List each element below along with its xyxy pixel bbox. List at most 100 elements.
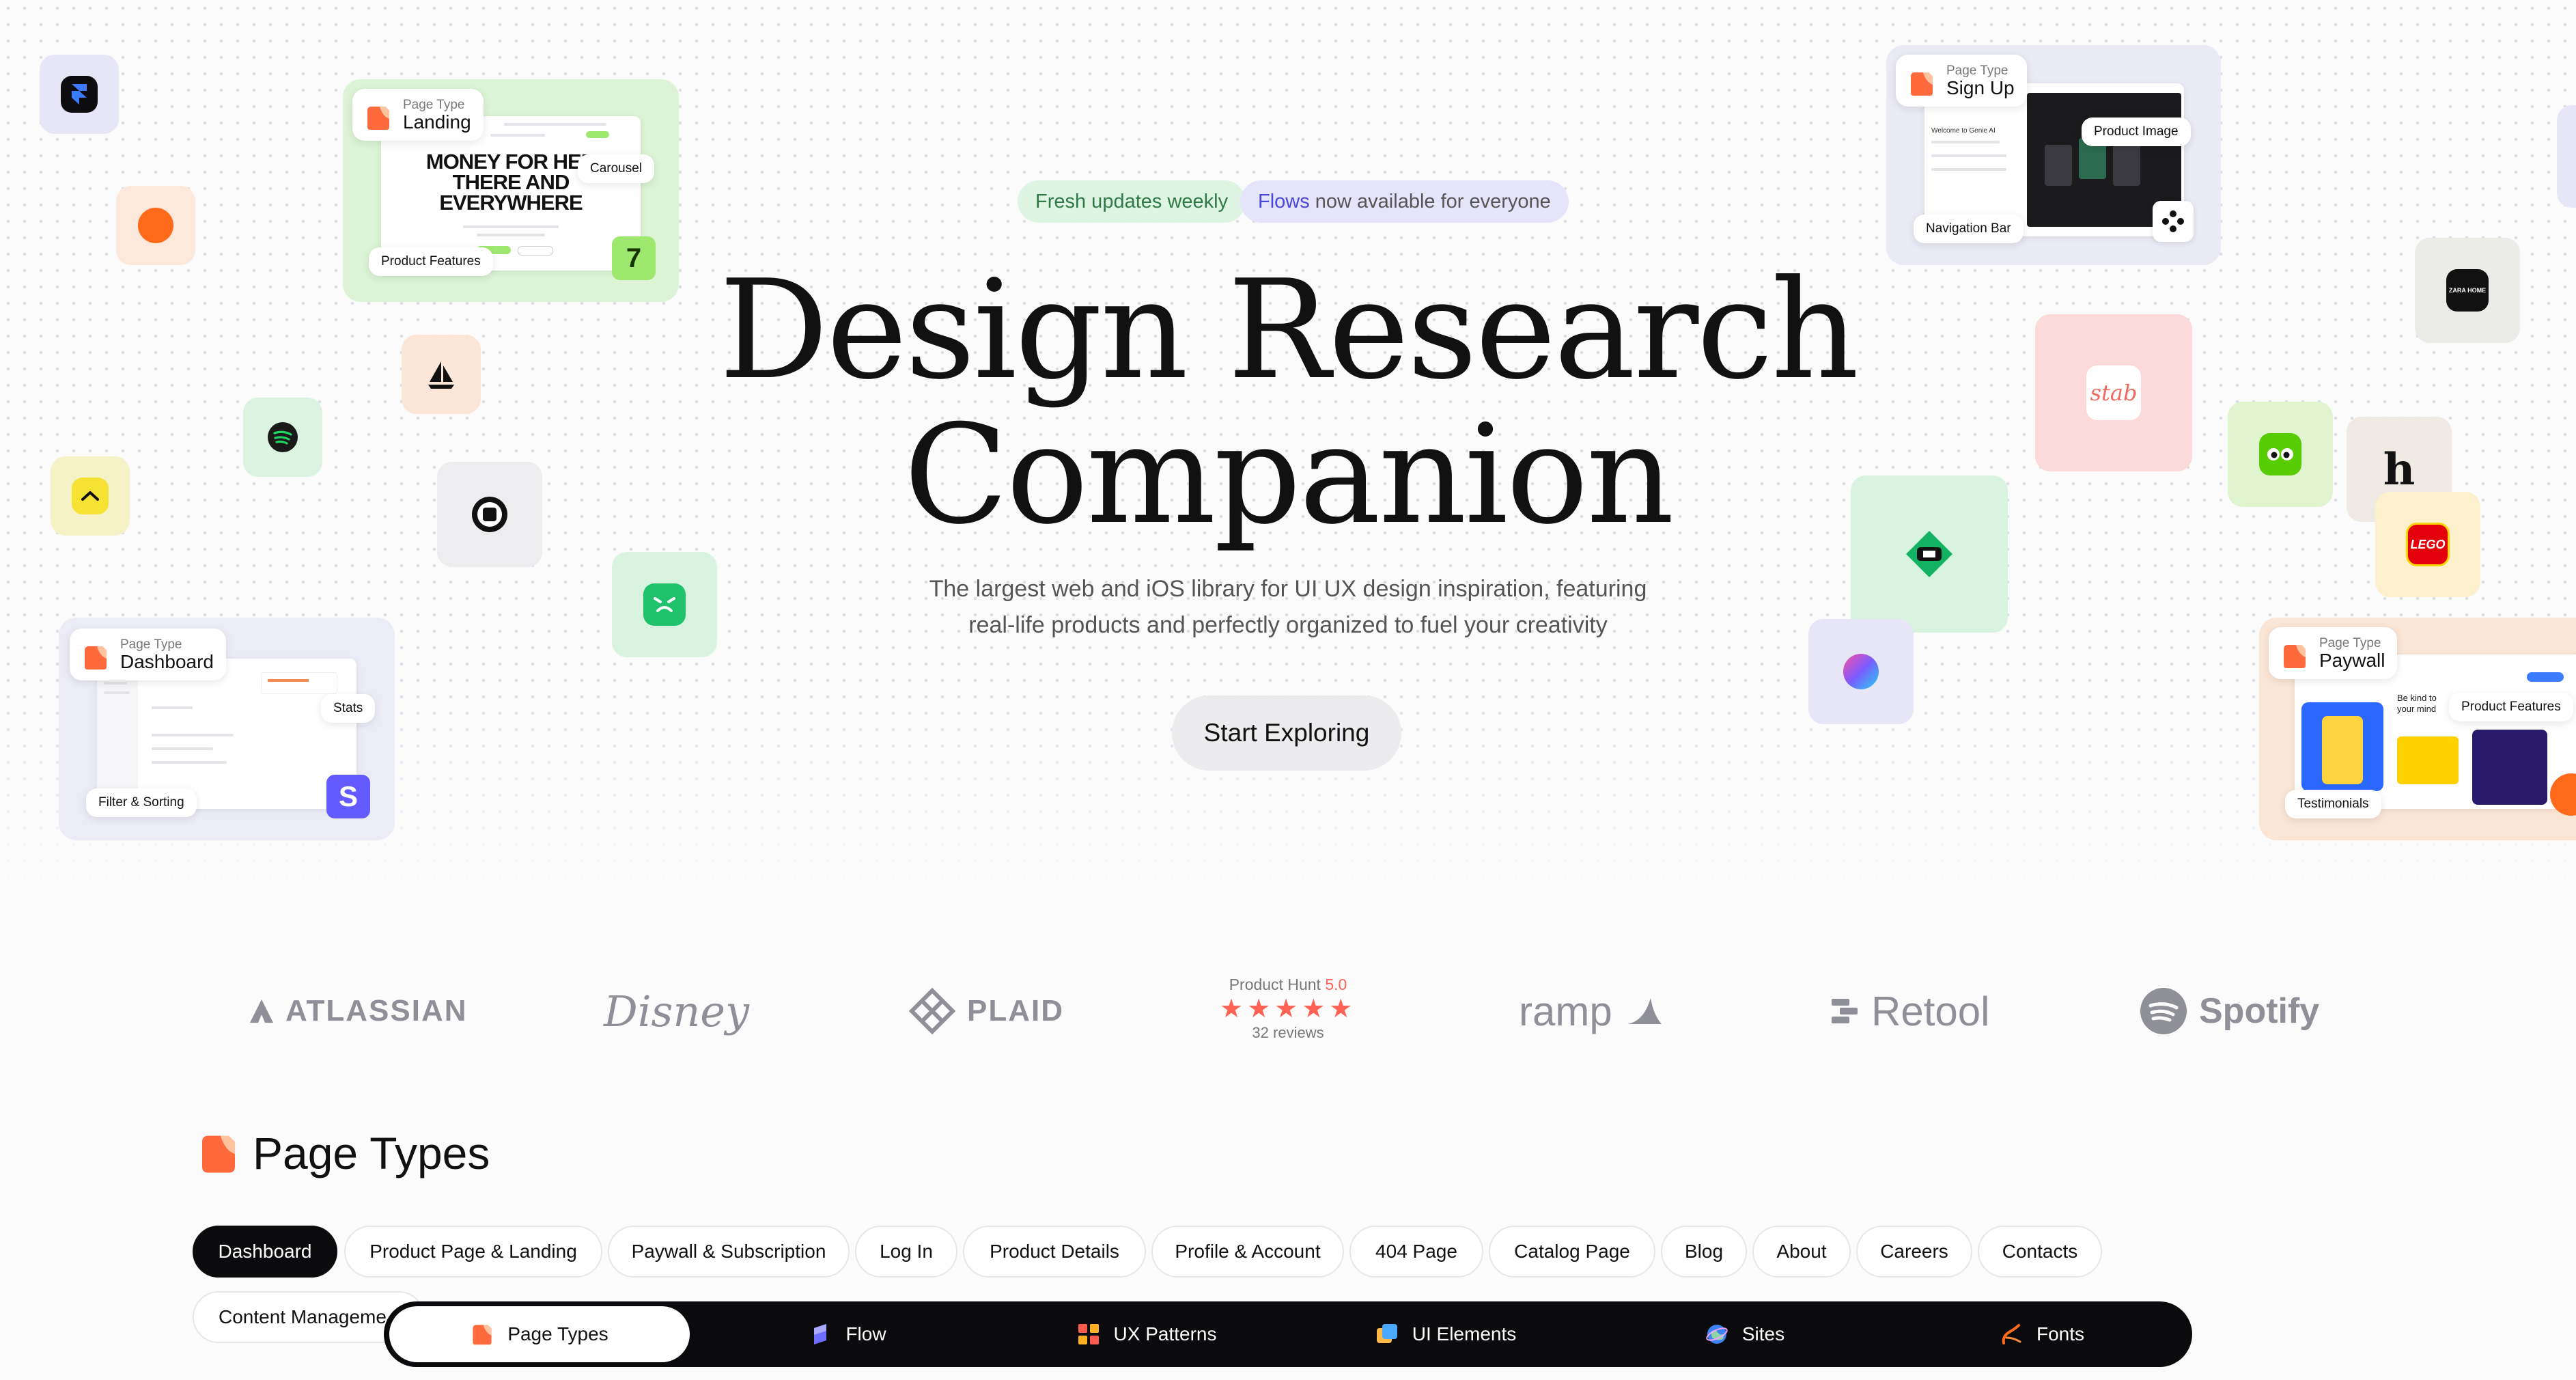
- paywall-tag-value: Paywall: [2319, 650, 2385, 671]
- page-types-heading: Page Types: [198, 1127, 490, 1179]
- pill-product-page-landing[interactable]: Product Page & Landing: [344, 1226, 602, 1278]
- start-exploring-button[interactable]: Start Exploring: [1172, 695, 1401, 771]
- framer-icon: [61, 76, 98, 113]
- atlassian-icon: [250, 999, 273, 1023]
- pill-product-details[interactable]: Product Details: [963, 1226, 1146, 1278]
- badge-flows-rest: now available for everyone: [1315, 190, 1551, 212]
- landing-page-type-tag: Page Type Landing: [352, 89, 484, 141]
- hero-subtitle-line-1: The largest web and iOS library for UI U…: [929, 576, 1647, 602]
- page-types-title: Page Types: [253, 1128, 490, 1178]
- logo-retool: Retool: [1830, 977, 1989, 1045]
- page-type-icon: [367, 107, 389, 130]
- nav-sites-label: Sites: [1741, 1323, 1785, 1344]
- gradient-circle-icon: [1843, 654, 1879, 689]
- nav-page-types[interactable]: Page Types: [389, 1306, 690, 1362]
- nav-flow-label: Flow: [845, 1323, 886, 1344]
- chip-carousel: Carousel: [578, 154, 655, 183]
- signup-tag-value: Sign Up: [1946, 77, 2015, 98]
- page-type-icon: [85, 646, 107, 670]
- pill-404-page[interactable]: 404 Page: [1349, 1226, 1483, 1278]
- ui-elements-icon: [1376, 1324, 1397, 1343]
- hero-title-line-1: Design Research: [718, 251, 1859, 410]
- signup-tag-caption: Page Type: [1946, 64, 2008, 78]
- stripe-app-icon: S: [326, 775, 370, 818]
- ramp-icon: [1627, 998, 1662, 1024]
- page-type-icon: [2284, 645, 2306, 668]
- ramp-text: ramp: [1519, 988, 1612, 1034]
- ph-score: 5.0: [1325, 976, 1347, 993]
- nav-ui-elements[interactable]: UI Elements: [1299, 1306, 1593, 1362]
- card-dashboard[interactable]: Page Type Dashboard Stats Filter & Sorti…: [59, 618, 395, 840]
- landing-tag-caption: Page Type: [403, 98, 465, 112]
- card-paywall[interactable]: Be kind to your mind Page Type Paywall P…: [2259, 618, 2576, 840]
- chip-navigation-bar: Navigation Bar: [1914, 215, 2024, 243]
- dashboard-tag-value: Dashboard: [120, 651, 214, 672]
- pill-dashboard[interactable]: Dashboard: [193, 1226, 337, 1278]
- pill-content-management-label: Content Manageme: [219, 1306, 387, 1327]
- pill-careers[interactable]: Careers: [1856, 1226, 1972, 1278]
- product-hunt-rating[interactable]: Product Hunt 5.0 ★★★★★ 32 reviews: [1220, 976, 1356, 1042]
- disney-text: Disney: [604, 986, 750, 1036]
- stripe-letter: S: [338, 780, 358, 812]
- nav-ux-patterns-label: UX Patterns: [1113, 1323, 1217, 1344]
- fonts-icon: [2002, 1324, 2021, 1344]
- page-type-icon: [1911, 72, 1933, 96]
- hero-title-line-2: Companion: [904, 396, 1674, 555]
- ph-stars: ★★★★★: [1220, 995, 1357, 1023]
- ph-label: Product Hunt: [1229, 976, 1321, 993]
- retool-text: Retool: [1871, 988, 1990, 1034]
- nav-ux-patterns[interactable]: UX Patterns: [1000, 1306, 1293, 1362]
- pill-about[interactable]: About: [1752, 1226, 1851, 1278]
- pill-catalog-page[interactable]: Catalog Page: [1489, 1226, 1655, 1278]
- nav-sites[interactable]: Sites: [1598, 1306, 1892, 1362]
- nav-fonts-label: Fonts: [2036, 1323, 2085, 1344]
- badge-flows[interactable]: Flows now available for everyone: [1240, 180, 1569, 223]
- dashboard-screenshot: [97, 659, 356, 809]
- chip-stats: Stats: [321, 694, 376, 723]
- plaid-text: PLAID: [967, 994, 1064, 1027]
- pill-contacts[interactable]: Contacts: [1978, 1226, 2102, 1278]
- spotify-logo-icon: [2140, 988, 2187, 1034]
- nav-page-types-label: Page Types: [507, 1323, 608, 1344]
- hero-subtitle: The largest web and iOS library for UI U…: [0, 571, 2576, 644]
- logo-plaid: PLAID: [908, 977, 1064, 1045]
- card-sign-up[interactable]: Welcome to Genie AI Page Type Sign Up Pr…: [1886, 45, 2221, 265]
- badge-flows-word: Flows: [1258, 190, 1310, 212]
- landing-headline-3: EVERYWHERE: [439, 191, 583, 215]
- globe-icon: [1706, 1325, 1728, 1344]
- pill-profile-account[interactable]: Profile & Account: [1151, 1226, 1344, 1278]
- page-types-nav-icon: [473, 1325, 492, 1345]
- nav-flow[interactable]: Flow: [701, 1306, 994, 1362]
- pill-blog[interactable]: Blog: [1661, 1226, 1747, 1278]
- paywall-kind-text: Be kind to your mind: [2397, 693, 2437, 714]
- signup-page-type-tag: Page Type Sign Up: [1896, 55, 2027, 107]
- retool-icon: [1832, 999, 1858, 1023]
- atlassian-text: ATLASSIAN: [285, 994, 468, 1027]
- app-tile-framer[interactable]: [40, 55, 119, 134]
- hero-subtitle-line-2: real-life products and perfectly organiz…: [968, 612, 1608, 638]
- app-tile-edge-right[interactable]: [2557, 105, 2576, 208]
- page-types-icon: [202, 1135, 235, 1173]
- logo-ramp: ramp: [1519, 977, 1664, 1045]
- landing-tag-value: Landing: [403, 111, 471, 133]
- nav-ui-elements-label: UI Elements: [1412, 1323, 1517, 1344]
- spotify-text: Spotify: [2199, 991, 2320, 1031]
- ph-reviews: 32 reviews: [1252, 1024, 1324, 1041]
- ux-patterns-icon: [1078, 1324, 1099, 1344]
- pill-paywall-subscription[interactable]: Paywall & Subscription: [608, 1226, 850, 1278]
- chip-product-image: Product Image: [2082, 118, 2191, 146]
- chip-paywall-product-features: Product Features: [2449, 693, 2573, 721]
- signup-welcome: Welcome to Genie AI: [1931, 127, 1996, 135]
- logo-spotify: Spotify: [2139, 977, 2319, 1045]
- chip-testimonials: Testimonials: [2285, 790, 2381, 818]
- pill-log-in[interactable]: Log In: [855, 1226, 957, 1278]
- badge-fresh-updates: Fresh updates weekly: [1018, 180, 1246, 223]
- chip-filter-sorting: Filter & Sorting: [86, 788, 197, 817]
- nav-fonts[interactable]: Fonts: [1897, 1306, 2187, 1362]
- app-tile-orange-dot[interactable]: [116, 186, 195, 265]
- flow-icon: [814, 1324, 827, 1344]
- bottom-navigation: Page Types Flow UX Patterns UI Elements …: [384, 1301, 2192, 1367]
- orange-dot-icon: [138, 208, 173, 243]
- logo-atlassian: ATLASSIAN: [249, 977, 468, 1045]
- plaid-icon: [908, 987, 956, 1035]
